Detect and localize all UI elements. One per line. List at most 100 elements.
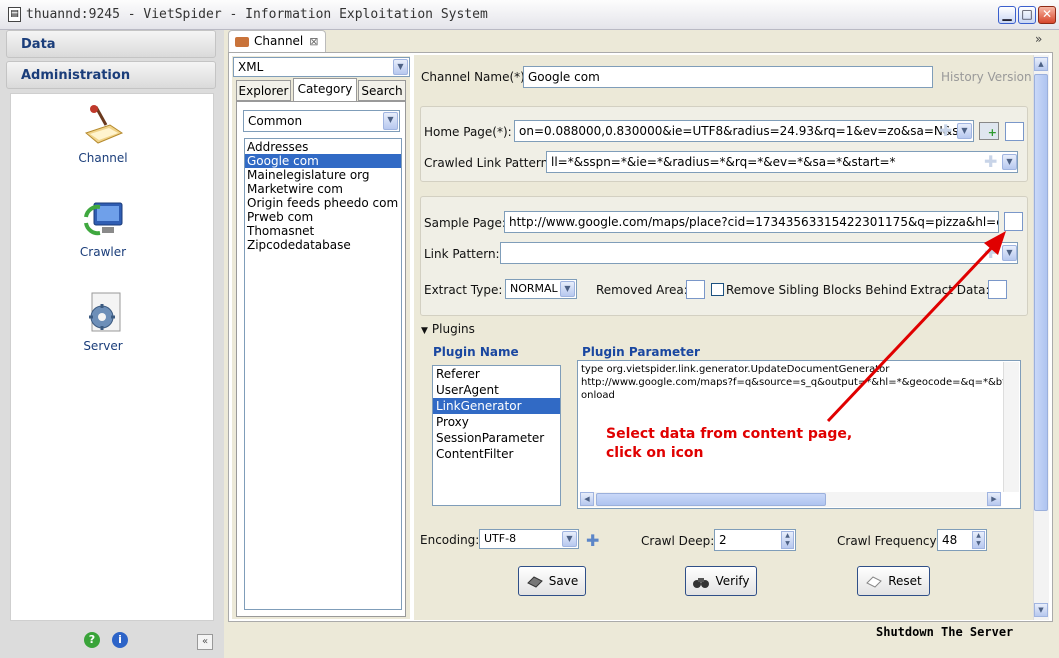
home-page-dropdown[interactable]: ▼ [955,122,973,140]
plugins-toggle[interactable]: ▼ Plugins [421,322,475,336]
removed-area-pick-button[interactable] [686,280,705,299]
crawled-link-dropdown[interactable]: ▼ [1000,153,1018,171]
list-item[interactable]: Origin feeds pheedo com [245,196,401,210]
info-icon[interactable]: i [112,632,128,648]
encoding-label: Encoding: [420,533,480,547]
group-select[interactable]: Common ▼ [243,110,400,132]
category-list[interactable]: Addresses Google com Mainelegislature or… [244,138,402,610]
crawled-link-label: Crawled Link Pattern: [424,156,553,170]
channel-name-field[interactable]: Google com [523,66,933,88]
chevron-down-icon: ▼ [1002,154,1017,170]
crawl-frequency-value: 48 [942,533,958,547]
admin-panel [10,93,214,621]
reset-label: Reset [888,574,922,588]
list-item[interactable]: Google com [245,154,401,168]
param-hscroll-thumb[interactable] [596,493,826,506]
list-item[interactable]: SessionParameter [433,430,560,446]
add-icon[interactable]: ✚ [984,154,997,170]
nav-administration-button[interactable]: Administration [6,61,216,89]
list-item[interactable]: Mainelegislature org [245,168,401,182]
tab-bar [224,30,1059,52]
chevron-down-icon: ▼ [562,531,577,547]
home-page-field[interactable]: on=0.088000,0.830000&ie=UTF8&radius=24.9… [514,120,974,142]
encoding-value: UTF-8 [484,532,517,545]
collapse-icon[interactable]: « [197,634,213,650]
binoculars-icon [693,577,710,588]
crawler-icon [84,202,123,236]
stepper-arrows-icon[interactable]: ▲ ▼ [972,531,985,549]
tab-search[interactable]: Search [358,80,406,101]
crawl-frequency-stepper[interactable]: 48 ▲ ▼ [937,529,987,551]
list-item[interactable]: LinkGenerator [433,398,560,414]
chevron-down-icon: ▼ [393,59,408,75]
list-item[interactable]: UserAgent [433,382,560,398]
shutdown-server-link[interactable]: Shutdown The Server [876,625,1013,639]
nav-item-crawler[interactable]: Crawler [73,197,133,259]
chevron-down-icon: ▼ [560,281,575,297]
list-item[interactable]: Marketwire com [245,182,401,196]
tab-channel[interactable]: Channel ⊠ [228,30,326,52]
vscroll-thumb[interactable] [1034,74,1048,511]
list-item[interactable]: ContentFilter [433,446,560,462]
scroll-left-icon[interactable]: ◀ [580,492,594,506]
extract-type-label: Extract Type: [424,283,503,297]
chevron-down-icon: ▼ [383,112,398,130]
tab-close-icon[interactable]: ⊠ [309,35,318,48]
nav-data-button[interactable]: Data [6,30,216,58]
plugin-name-header: Plugin Name [433,345,519,359]
add-encoding-icon[interactable]: ✚ [586,533,599,549]
stepper-arrows-icon[interactable]: ▲ ▼ [781,531,794,549]
plugin-param-header: Plugin Parameter [582,345,700,359]
channel-icon [84,105,124,144]
crawl-deep-value: 2 [719,533,727,547]
chevron-down-icon[interactable]: » [1035,32,1042,46]
extract-type-value: NORMAL [510,282,558,295]
server-label: Server [83,339,123,353]
removed-area-label: Removed Area: [596,283,688,297]
title-bar: ▤ thuannd:9245 - VietSpider - Informatio… [0,0,1059,30]
crawl-deep-label: Crawl Deep: [641,534,715,548]
add-icon[interactable]: ✚ [939,123,952,139]
nav-item-server[interactable]: Server [73,291,133,353]
help-icon[interactable]: ? [84,632,100,648]
scroll-up-icon[interactable]: ▲ [1034,57,1048,71]
scroll-down-icon[interactable]: ▼ [1034,603,1048,617]
tab-category[interactable]: Category [293,78,357,101]
tab-explorer[interactable]: Explorer [236,80,291,101]
server-icon [89,292,121,332]
extract-type-select[interactable]: NORMAL ▼ [505,279,577,299]
channel-label: Channel [78,151,128,165]
list-item[interactable]: Prweb com [245,210,401,224]
minimize-button[interactable]: ▁ [998,6,1016,24]
scroll-right-icon[interactable]: ▶ [987,492,1001,506]
group-select-value: Common [248,114,303,128]
crawl-deep-stepper[interactable]: 2 ▲ ▼ [714,529,796,551]
list-item[interactable]: Addresses [245,140,401,154]
eraser-icon [866,575,883,588]
reset-button[interactable]: Reset [857,566,930,596]
verify-button[interactable]: Verify [685,566,757,596]
remove-sibling-checkbox[interactable] [711,283,724,296]
tab-channel-label: Channel [254,34,304,48]
close-button[interactable]: ✕ [1038,6,1056,24]
chevron-down-icon: ▼ [957,123,972,139]
annotation-arrow [826,231,1006,423]
list-item[interactable]: Referer [433,366,560,382]
home-page-pick-button[interactable] [1005,122,1024,141]
maximize-button[interactable]: □ [1018,6,1036,24]
save-icon [526,575,543,588]
param-hscrollbar[interactable]: ◀ ▶ [580,492,1001,507]
annotation-line-1: Select data from content page, [606,426,853,442]
source-select[interactable]: XML ▼ [233,57,410,77]
add-page-icon[interactable]: + [979,122,999,140]
list-item[interactable]: Proxy [433,414,560,430]
nav-item-channel[interactable]: Channel [73,103,133,165]
plugin-list[interactable]: Referer UserAgent LinkGenerator Proxy Se… [432,365,561,506]
crawled-link-field[interactable]: ll=*&sspn=*&ie=*&radius=*&rq=*&ev=*&sa=*… [546,151,1018,173]
annotation-text: Select data from content page, click on … [606,425,852,463]
list-item[interactable]: Zipcodedatabase [245,238,401,252]
history-version-link[interactable]: History Version [941,70,1032,84]
list-item[interactable]: Thomasnet [245,224,401,238]
save-button[interactable]: Save [518,566,586,596]
encoding-select[interactable]: UTF-8 ▼ [479,529,579,549]
